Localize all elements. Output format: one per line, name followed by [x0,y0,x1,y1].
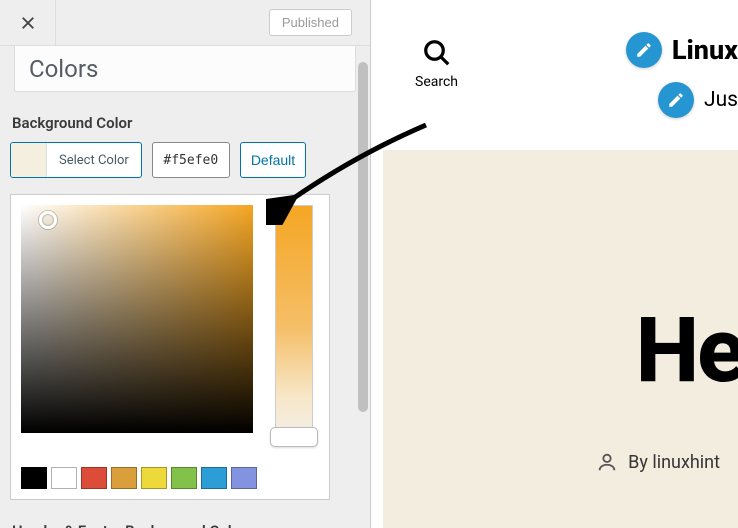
current-color-swatch [11,143,47,177]
search-label: Search [415,74,458,90]
default-button[interactable]: Default [240,142,306,178]
pencil-icon [667,91,685,109]
close-icon [19,14,37,32]
select-color-label: Select Color [47,153,141,168]
author-byline: By linuxhint [628,452,720,473]
palette-swatch-5[interactable] [171,467,197,489]
scrollbar-track[interactable] [356,46,370,528]
preview-body: He By linuxhint [383,150,738,528]
palette-swatch-0[interactable] [21,467,47,489]
site-title: Linux [672,34,738,66]
saturation-value-field[interactable] [21,205,253,433]
close-button[interactable] [0,0,56,46]
panel-title: Colors [14,46,356,92]
pencil-icon [635,41,653,59]
hex-input[interactable] [152,142,230,178]
site-tagline: Jus [704,88,738,112]
hue-slider-handle[interactable] [270,427,318,447]
palette-swatch-1[interactable] [51,467,77,489]
edit-tagline-button[interactable] [658,82,694,118]
publish-status-button[interactable]: Published [269,9,352,36]
palette-swatch-6[interactable] [201,467,227,489]
header-footer-color-label: Header & Footer Background Color [12,522,358,528]
palette-swatch-4[interactable] [141,467,167,489]
select-color-button[interactable]: Select Color [10,142,142,178]
customizer-sidebar: Published Colors Background Color Select… [0,0,371,528]
site-preview: Search Linux Jus He By li [371,0,738,528]
user-icon [596,451,618,473]
search-control[interactable]: Search [415,38,458,90]
background-color-label: Background Color [12,114,358,132]
palette-swatch-2[interactable] [81,467,107,489]
hue-slider[interactable] [275,205,313,431]
palette-swatch-3[interactable] [111,467,137,489]
palette-row [21,467,319,489]
color-picker [10,194,330,500]
background-color-controls: Select Color Default [10,142,360,178]
author-row: By linuxhint [596,451,720,473]
scrollbar-thumb[interactable] [358,62,368,412]
sv-cursor[interactable] [39,211,57,229]
palette-swatch-7[interactable] [231,467,257,489]
hero-title: He [636,298,738,403]
panel-scroll-area: Background Color Select Color Default [0,92,370,528]
customizer-topbar: Published [0,0,370,46]
search-icon [422,38,452,68]
edit-title-button[interactable] [626,32,662,68]
